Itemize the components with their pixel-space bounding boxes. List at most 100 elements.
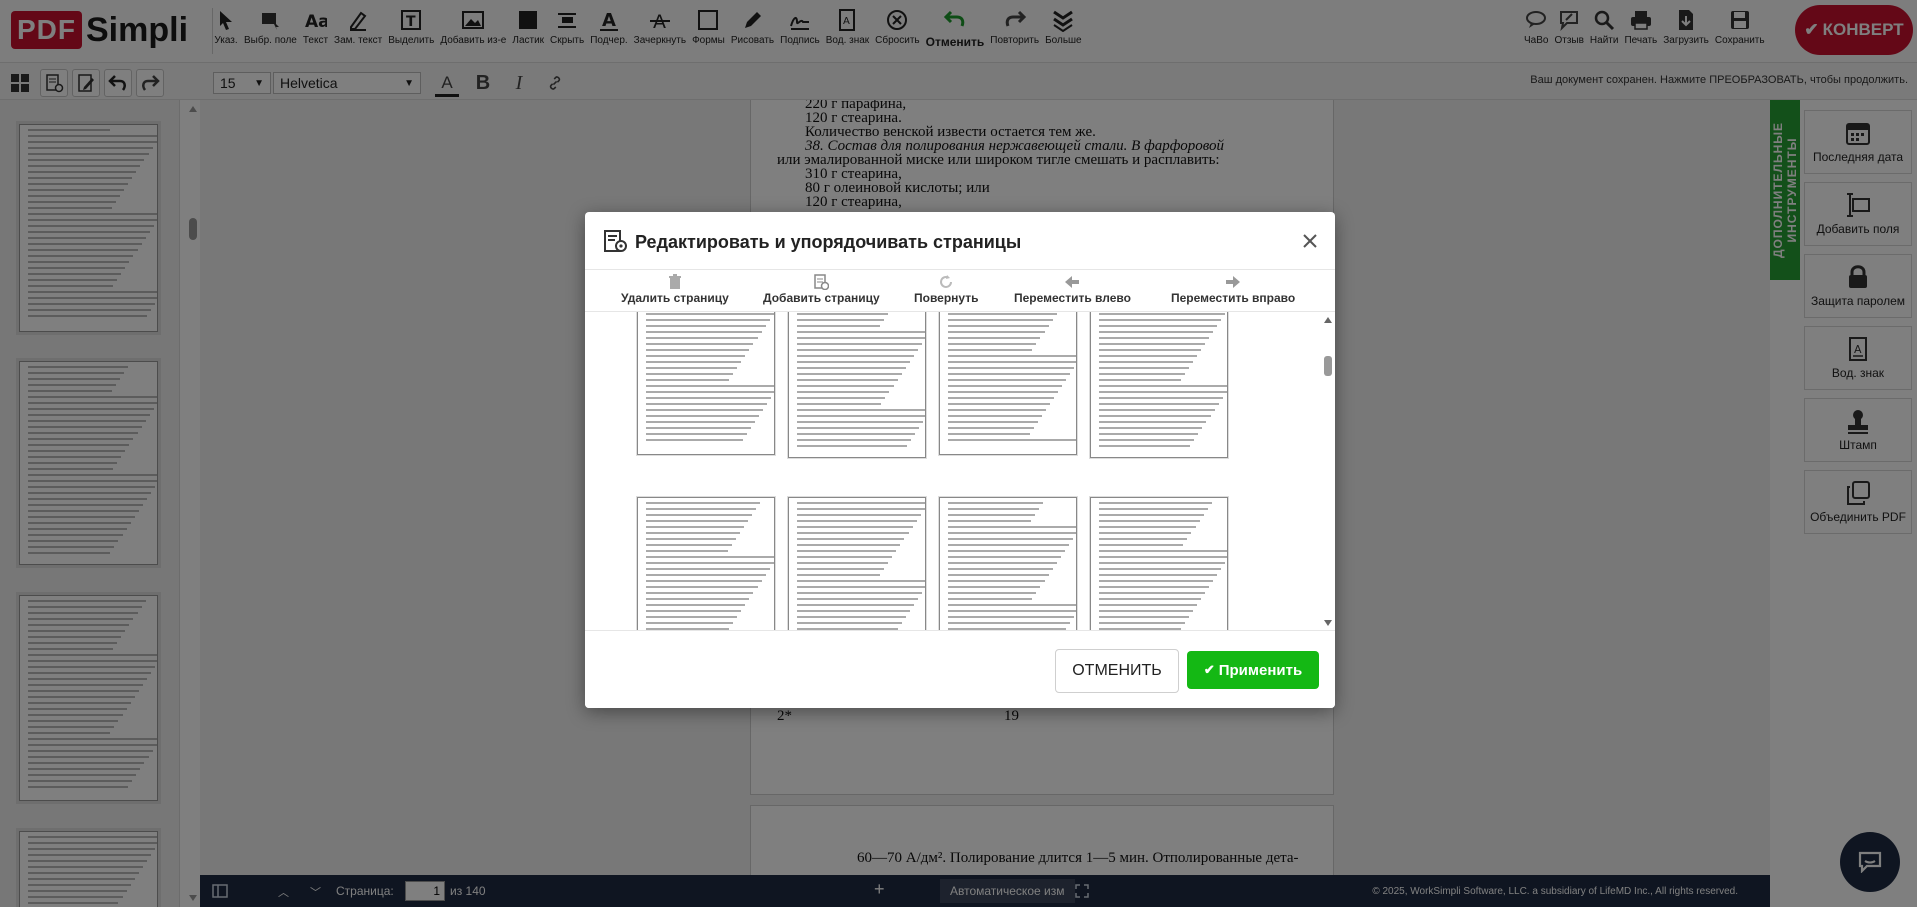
rotate-icon [940, 275, 953, 288]
thumbnail-line [646, 538, 736, 540]
thumbnail-line [646, 331, 762, 333]
thumbnail-line [646, 604, 746, 606]
thumbnail-line [1099, 622, 1185, 624]
thumbnail-line [646, 379, 729, 381]
thumbnail-line [797, 385, 894, 387]
thumbnail-line [797, 562, 889, 564]
page-grid-thumbnail[interactable] [637, 312, 775, 455]
thumbnail-line [948, 337, 1041, 339]
thumbnail-line [797, 604, 914, 606]
thumbnail-line [948, 331, 1045, 333]
page-grid-thumbnail[interactable] [939, 497, 1077, 630]
thumbnail-line [797, 502, 925, 504]
thumbnail-line [948, 586, 1041, 588]
thumbnail-line [646, 385, 774, 387]
thumbnail-line [797, 544, 901, 546]
thumbnail-line [1099, 556, 1227, 558]
thumbnail-text [789, 312, 925, 447]
cancel-button[interactable]: ОТМЕНИТЬ [1055, 649, 1179, 693]
thumbnail-line [948, 391, 1059, 393]
thumbnail-text [1091, 502, 1227, 630]
page-grid-thumbnail[interactable] [637, 497, 775, 630]
page-grid-thumbnail[interactable] [1090, 497, 1228, 630]
thumbnail-line [797, 373, 902, 375]
thumbnail-line [948, 319, 1053, 321]
thumbnail-line [1099, 421, 1207, 423]
rotate-page-button[interactable]: Повернуть [914, 274, 979, 305]
thumbnail-line [646, 343, 754, 345]
thumbnail-line [1099, 532, 1192, 534]
thumbnail-line [646, 397, 772, 399]
thumbnail-line [797, 415, 925, 417]
pdf-editor-app: PDF Simpli Указ. Выбр. поле Aa Текст Зам… [0, 0, 1917, 907]
thumbnail-line [797, 610, 910, 612]
scroll-up-icon[interactable] [1324, 317, 1332, 323]
thumbnail-line [646, 427, 751, 429]
apply-button-label: Применить [1218, 661, 1303, 679]
page-grid-thumbnail[interactable] [788, 497, 926, 630]
thumbnail-line [1099, 562, 1226, 564]
thumbnail-line [797, 616, 906, 618]
thumbnail-line [1099, 325, 1218, 327]
thumbnail-text [1091, 312, 1227, 447]
thumbnail-line [1099, 586, 1210, 588]
close-icon[interactable] [1301, 232, 1319, 250]
dialog-footer: ОТМЕНИТЬ ✔ Применить [585, 630, 1335, 708]
thumbnail-line [948, 598, 1033, 600]
page-grid-thumbnail[interactable] [1090, 312, 1228, 458]
thumbnail-line [646, 313, 774, 315]
thumbnail-line [1099, 397, 1223, 399]
delete-page-button[interactable]: Удалить страницу [621, 274, 729, 305]
thumbnail-line [948, 397, 1055, 399]
thumbnail-line [1099, 610, 1193, 612]
apply-button[interactable]: ✔ Применить [1187, 651, 1319, 689]
add-page-button[interactable]: Добавить страницу [763, 274, 880, 305]
scroll-thumb[interactable] [1324, 356, 1332, 376]
thumbnail-line [1099, 592, 1206, 594]
page-grid [585, 312, 1335, 630]
arrow-left-icon [1065, 276, 1080, 288]
thumbnail-line [646, 616, 738, 618]
thumbnail-line [797, 397, 886, 399]
thumbnail-line [1099, 343, 1206, 345]
thumbnail-line [948, 604, 1076, 606]
thumbnail-line [797, 337, 925, 339]
thumbnail-text [940, 502, 1076, 630]
thumbnail-line [1099, 403, 1219, 405]
thumbnail-line [646, 391, 774, 393]
thumbnail-line [646, 373, 734, 375]
thumbnail-line [1099, 427, 1203, 429]
thumbnail-line [1099, 514, 1204, 516]
thumbnail-line [1099, 409, 1215, 411]
thumbnail-line [948, 421, 1038, 423]
thumbnail-line [948, 508, 1040, 510]
thumbnail-line [1099, 568, 1222, 570]
thumbnail-line [1099, 415, 1211, 417]
thumbnail-line [948, 520, 1031, 522]
thumbnail-line [797, 433, 916, 435]
thumbnail-line [646, 622, 734, 624]
page-grid-scrollbar[interactable] [1321, 312, 1335, 630]
thumbnail-line [797, 586, 925, 588]
page-grid-thumbnail[interactable] [788, 312, 926, 458]
page-grid-thumbnail[interactable] [939, 312, 1077, 455]
thumbnail-line [948, 325, 1049, 327]
thumbnail-line [948, 514, 1036, 516]
thumbnail-line [797, 439, 912, 441]
thumbnail-line [948, 622, 1071, 624]
thumbnail-line [797, 556, 893, 558]
thumbnail-line [948, 379, 1067, 381]
page-actions-bar: Удалить страницу Добавить страницу Повер… [585, 270, 1335, 312]
move-left-button[interactable]: Переместить влево [1014, 274, 1131, 305]
thumbnail-line [797, 355, 914, 357]
thumbnail-line [1099, 580, 1214, 582]
thumbnail-line [1099, 433, 1199, 435]
thumbnail-line [1099, 373, 1185, 375]
move-right-button[interactable]: Переместить вправо [1171, 274, 1295, 305]
thumbnail-line [1099, 391, 1227, 393]
thumbnail-line [646, 367, 738, 369]
thumbnail-line [948, 502, 1044, 504]
thumbnail-line [948, 556, 1061, 558]
scroll-down-icon[interactable] [1324, 620, 1332, 626]
add-page-icon [814, 274, 830, 290]
